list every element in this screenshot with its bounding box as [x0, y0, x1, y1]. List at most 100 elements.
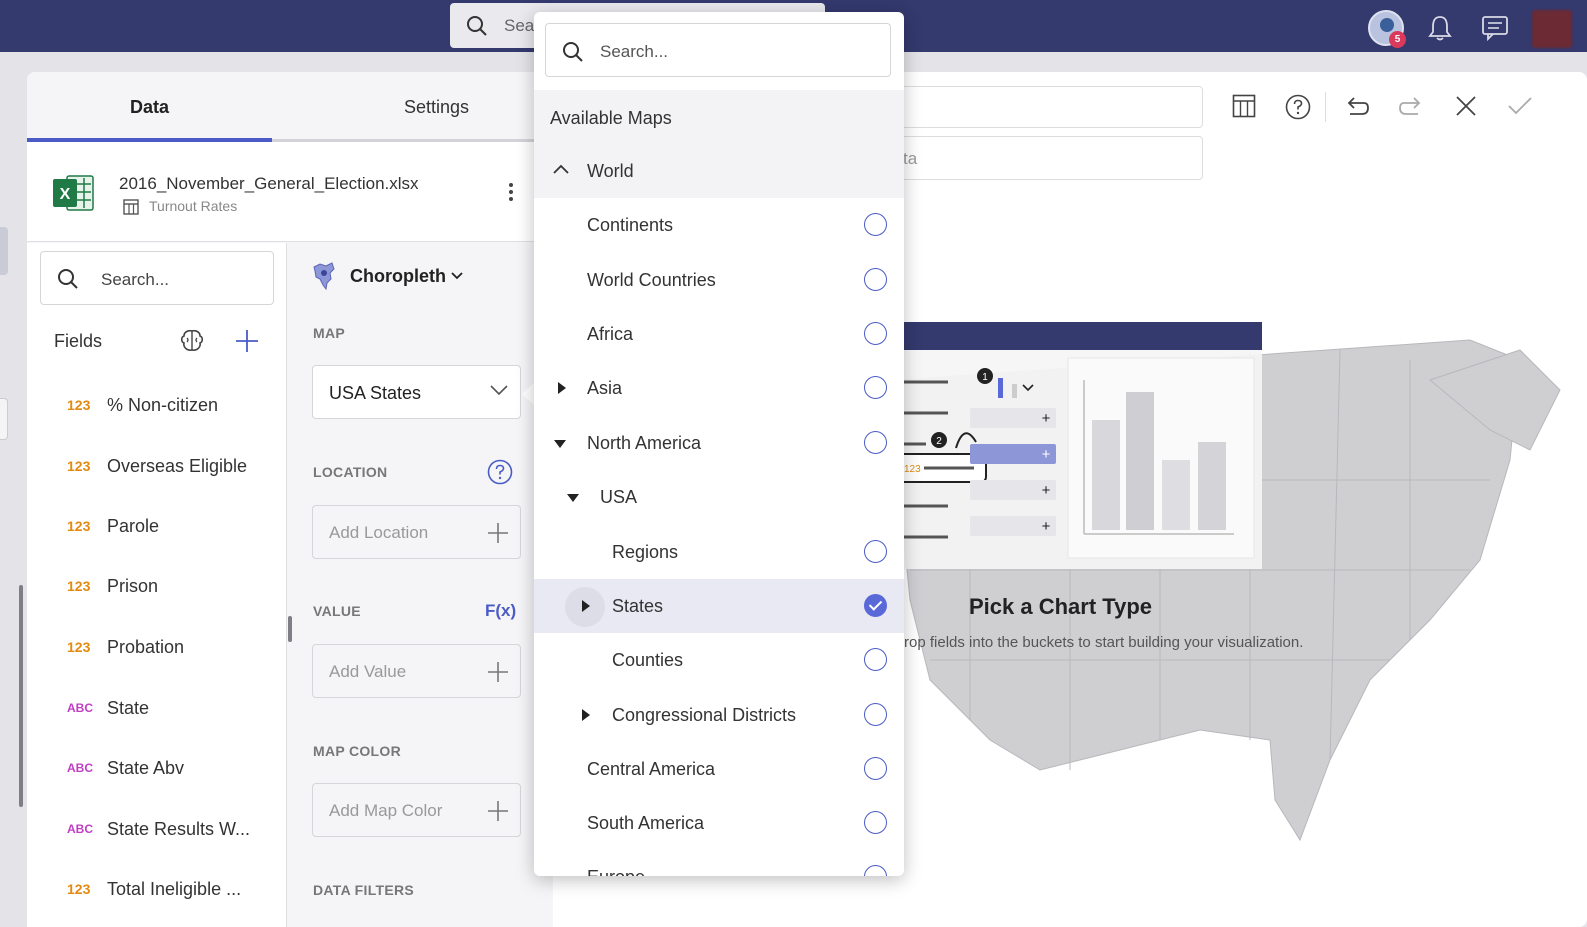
- side-rail-tab[interactable]: [0, 227, 8, 275]
- map-radio[interactable]: [864, 540, 887, 563]
- bell-icon[interactable]: [1427, 14, 1453, 42]
- table-view-icon[interactable]: [1232, 94, 1256, 118]
- panel-resize-handle[interactable]: [288, 616, 292, 642]
- map-item-africa[interactable]: Africa: [534, 307, 904, 361]
- tab-data[interactable]: Data: [27, 72, 272, 142]
- add-field-icon[interactable]: [234, 328, 260, 354]
- collapse-arrow-icon[interactable]: [567, 494, 579, 502]
- map-item-regions[interactable]: Regions: [534, 525, 904, 579]
- field-item[interactable]: ABC State Results W...: [67, 817, 250, 841]
- expand-arrow-icon[interactable]: [582, 600, 590, 612]
- chevron-down-icon: [490, 385, 508, 396]
- map-item-europe[interactable]: Europe: [534, 850, 904, 876]
- field-name: Prison: [107, 575, 159, 596]
- map-radio[interactable]: [864, 268, 887, 291]
- profile-picture[interactable]: [1532, 10, 1572, 48]
- collapse-arrow-icon[interactable]: [554, 440, 566, 448]
- map-item-label: Asia: [587, 378, 623, 398]
- field-item[interactable]: ABC State: [67, 696, 149, 720]
- avatar-head-icon: [1380, 18, 1394, 32]
- map-item-label: Europe: [587, 867, 645, 876]
- map-select-value: USA States: [329, 383, 422, 403]
- help-circle-icon[interactable]: [487, 459, 513, 485]
- map-radio[interactable]: [864, 431, 887, 454]
- available-maps-title: Available Maps: [550, 108, 672, 128]
- map-item-label: Africa: [587, 324, 634, 344]
- map-group-usa[interactable]: USA: [534, 470, 904, 524]
- fields-search-input[interactable]: Search...: [40, 251, 274, 305]
- map-item-congressional-districts[interactable]: Congressional Districts: [534, 688, 904, 742]
- chart-type-selector[interactable]: Choropleth: [312, 261, 463, 291]
- map-radio[interactable]: [864, 322, 887, 345]
- map-radio[interactable]: [864, 213, 887, 236]
- number-type-label: 123: [67, 397, 91, 413]
- map-item-central-america[interactable]: Central America: [534, 742, 904, 796]
- map-radio[interactable]: [864, 811, 887, 834]
- map-item-label: Congressional Districts: [612, 705, 797, 725]
- chevron-up-icon[interactable]: [553, 164, 569, 174]
- field-item[interactable]: 123 % Non-citizen: [67, 393, 218, 417]
- map-item-counties[interactable]: Counties: [534, 633, 904, 687]
- maps-search-placeholder: Search...: [600, 42, 669, 61]
- visualization-title-input[interactable]: [900, 86, 1203, 128]
- expand-arrow-icon[interactable]: [558, 382, 566, 394]
- map-item-label: USA: [600, 487, 638, 507]
- field-item[interactable]: 123 Overseas Eligible: [67, 454, 247, 478]
- map-radio[interactable]: [864, 648, 887, 671]
- map-item-north-america[interactable]: North America: [534, 416, 904, 470]
- brain-icon[interactable]: [179, 328, 205, 354]
- add-location-drop-zone[interactable]: Add Location: [312, 505, 521, 559]
- visualization-subtitle-input[interactable]: ta: [900, 136, 1203, 180]
- map-item-continents[interactable]: Continents: [534, 198, 904, 252]
- map-group-world[interactable]: World: [534, 144, 904, 198]
- user-avatar[interactable]: 5: [1368, 10, 1406, 48]
- map-item-south-america[interactable]: South America: [534, 796, 904, 850]
- map-item-label: North America: [587, 433, 702, 453]
- chevron-down-icon: [451, 272, 463, 280]
- search-icon: [467, 15, 487, 36]
- map-select[interactable]: USA States: [312, 365, 521, 419]
- map-item-label: World: [587, 161, 634, 181]
- chart-builder-illustration: 123 2 1 + + + +: [897, 322, 1262, 569]
- map-item-asia[interactable]: Asia: [534, 361, 904, 415]
- redo-icon[interactable]: [1398, 94, 1424, 120]
- field-item[interactable]: 123 Prison: [67, 574, 158, 598]
- plus-icon: [488, 523, 508, 543]
- field-name: Parole: [107, 515, 160, 536]
- add-value-drop-zone[interactable]: Add Value: [312, 644, 521, 698]
- chat-icon[interactable]: [1481, 15, 1509, 41]
- number-type-label: 123: [67, 458, 91, 474]
- expand-arrow-icon[interactable]: [582, 709, 590, 721]
- field-item[interactable]: 123 Parole: [67, 514, 159, 538]
- field-item[interactable]: 123 Total Ineligible ...: [67, 877, 241, 901]
- fields-search-placeholder: Search...: [101, 270, 170, 289]
- map-item-states[interactable]: States: [534, 579, 904, 633]
- number-type-label: 123: [67, 881, 91, 897]
- datasource-row[interactable]: X 2016_November_General_Election.xlsx Tu…: [27, 142, 553, 242]
- svg-text:+: +: [1042, 410, 1051, 427]
- fields-scrollbar[interactable]: [19, 585, 23, 807]
- field-item[interactable]: 123 Probation: [67, 635, 184, 659]
- field-item[interactable]: ABC State Abv: [67, 756, 184, 780]
- tab-settings[interactable]: Settings: [314, 72, 559, 142]
- map-radio-checked[interactable]: [864, 594, 887, 617]
- map-radio[interactable]: [864, 703, 887, 726]
- formula-button[interactable]: F(x): [485, 601, 516, 621]
- undo-icon[interactable]: [1344, 94, 1370, 120]
- available-maps-header: Available Maps: [534, 90, 904, 144]
- add-location-placeholder: Add Location: [329, 523, 429, 542]
- number-type-label: 123: [67, 518, 91, 534]
- add-map-color-drop-zone[interactable]: Add Map Color: [312, 783, 521, 837]
- panel-tabs: Data Settings: [27, 72, 553, 142]
- more-vertical-icon[interactable]: [508, 182, 514, 202]
- side-rail-tab[interactable]: [0, 398, 8, 440]
- confirm-check-icon[interactable]: [1507, 94, 1533, 118]
- map-radio[interactable]: [864, 865, 887, 876]
- map-radio[interactable]: [864, 757, 887, 780]
- maps-search-input[interactable]: Search...: [545, 23, 891, 77]
- map-radio[interactable]: [864, 376, 887, 399]
- map-item-label: States: [612, 596, 664, 616]
- map-item-world-countries[interactable]: World Countries: [534, 253, 904, 307]
- close-icon[interactable]: [1454, 94, 1478, 118]
- help-icon[interactable]: [1285, 94, 1311, 120]
